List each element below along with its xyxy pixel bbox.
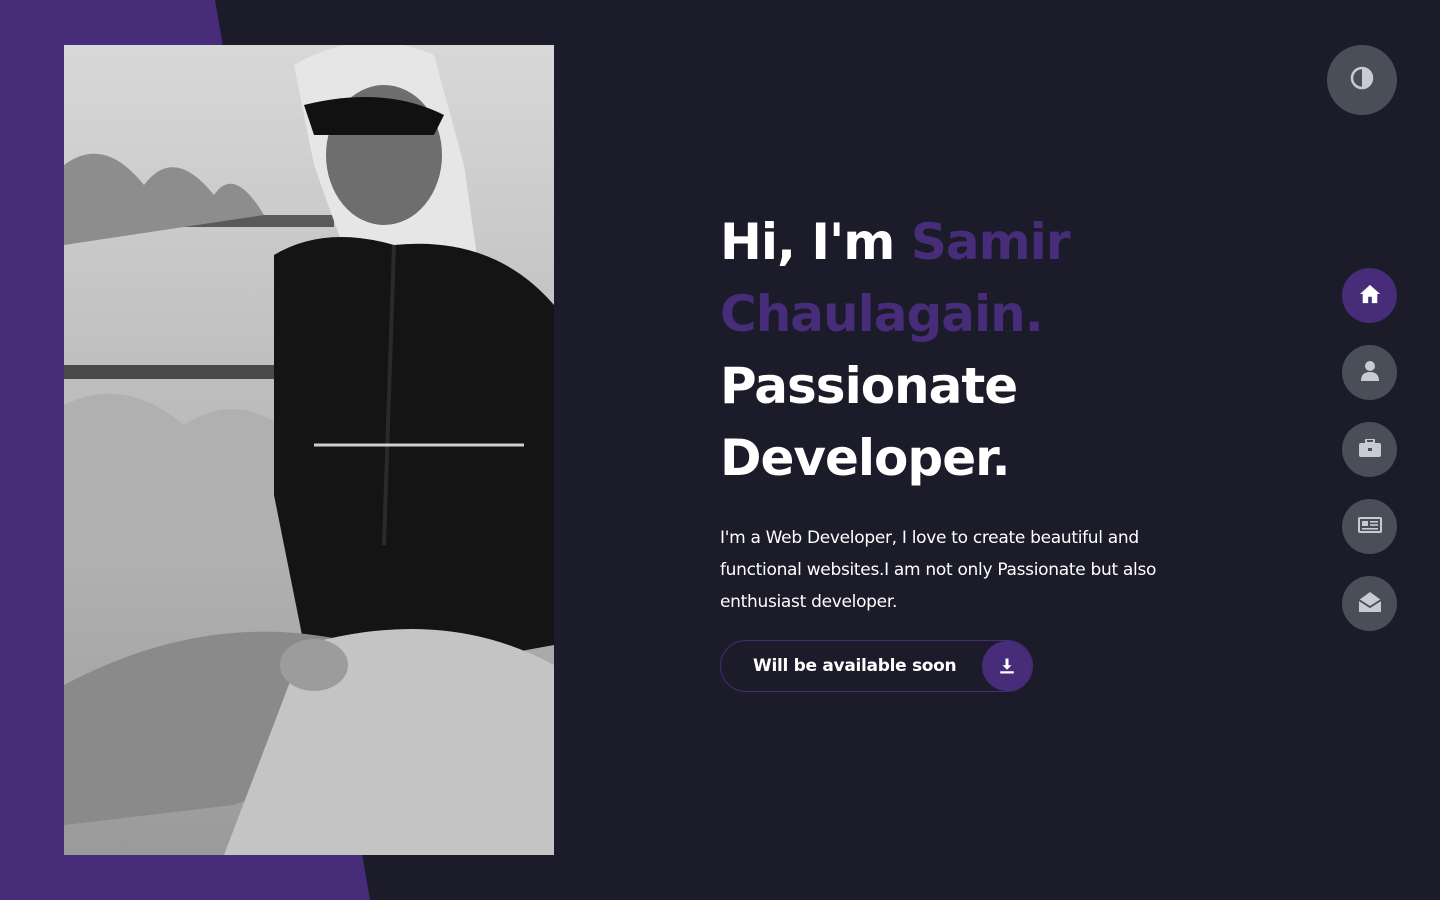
portrait-image	[64, 45, 554, 855]
hero-headline: Hi, I'm Samir Chaulagain. Passionate Dev…	[720, 206, 1180, 494]
download-icon	[982, 641, 1032, 691]
home-icon	[1359, 284, 1381, 308]
nav-blog-button[interactable]	[1342, 499, 1397, 554]
title-line-2: Developer.	[720, 429, 1011, 487]
page: Hi, I'm Samir Chaulagain. Passionate Dev…	[0, 0, 1440, 900]
download-cv-label: Will be available soon	[753, 656, 957, 676]
nav-portfolio-button[interactable]	[1342, 422, 1397, 477]
title-line-1: Passionate	[720, 357, 1018, 415]
name-last: Chaulagain.	[720, 285, 1044, 343]
headline-line-1: Hi, I'm Samir	[720, 206, 1180, 278]
nav-contact-button[interactable]	[1342, 576, 1397, 631]
user-icon	[1360, 360, 1379, 385]
briefcase-icon	[1358, 437, 1381, 461]
download-cv-button[interactable]: Will be available soon	[720, 640, 1033, 692]
hero-section: Hi, I'm Samir Chaulagain. Passionate Dev…	[720, 206, 1180, 618]
nav-home-button[interactable]	[1342, 268, 1397, 323]
name-first: Samir	[910, 213, 1071, 271]
contrast-icon	[1350, 66, 1374, 94]
newspaper-icon	[1357, 516, 1382, 537]
intro-paragraph: I'm a Web Developer, I love to create be…	[720, 528, 1157, 612]
theme-toggle-button[interactable]	[1327, 45, 1397, 115]
envelope-open-icon	[1358, 591, 1381, 616]
greeting-text: Hi, I'm	[720, 213, 895, 271]
nav-about-button[interactable]	[1342, 345, 1397, 400]
side-navigation	[1342, 268, 1397, 653]
